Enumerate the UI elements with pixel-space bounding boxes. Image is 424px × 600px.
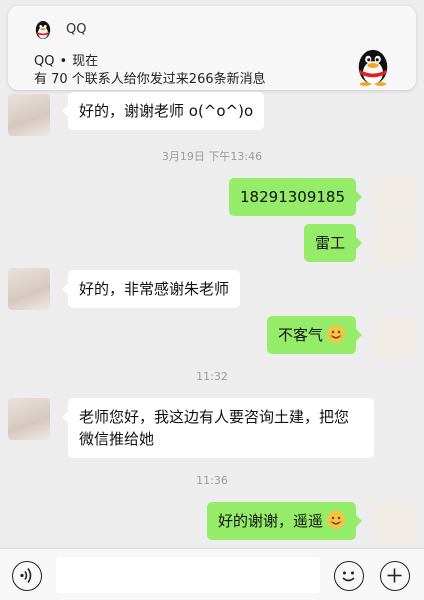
- qq-penguin-icon: [358, 49, 388, 86]
- chat-timestamp: 3月19日 下午13:46: [161, 150, 263, 163]
- chat-timestamp: 11:32: [196, 370, 228, 383]
- notification-header: QQ • 现在: [34, 50, 98, 69]
- notification-time: 现在: [72, 54, 99, 69]
- notification-banner[interactable]: QQ QQ • 现在 有 70 个联系人给你发过来266条新消息: [8, 6, 416, 90]
- notification-app-name: QQ: [66, 22, 87, 37]
- message-text: 雷工: [314, 234, 345, 252]
- outgoing-message[interactable]: 好的谢谢，遥遥: [206, 502, 363, 540]
- message-text: 好的，谢谢老师 o(^o^)o: [79, 102, 254, 120]
- message-text: 老师您好，我这边有人要咨询土建，把您微信推给她: [79, 408, 350, 448]
- plus-icon: [387, 568, 402, 583]
- smile-emoji-icon: [327, 511, 345, 529]
- user-avatar[interactable]: [374, 316, 416, 358]
- incoming-message[interactable]: 好的，谢谢老师 o(^o^)o: [61, 92, 265, 130]
- outgoing-message[interactable]: 不客气: [266, 316, 363, 354]
- separator-dot: •: [59, 54, 68, 69]
- chat-timestamp: 11:36: [196, 474, 228, 487]
- emoji-button[interactable]: [334, 561, 364, 591]
- message-text: 好的，非常感谢朱老师: [79, 280, 230, 298]
- message-text: 不客气: [277, 326, 323, 344]
- outgoing-message[interactable]: 雷工: [303, 224, 363, 262]
- chat-history[interactable]: 好的，谢谢老师 o(^o^)o 3月19日 下午13:46 1829130918…: [0, 90, 424, 548]
- user-avatar[interactable]: [374, 224, 416, 266]
- smile-emoji-icon: [327, 325, 345, 343]
- input-bar: [0, 548, 424, 600]
- user-avatar[interactable]: [374, 502, 416, 544]
- outgoing-message[interactable]: 18291309185: [229, 178, 362, 216]
- incoming-message[interactable]: 老师您好，我这边有人要咨询土建，把您微信推给她: [62, 398, 374, 458]
- notification-sender: QQ: [34, 54, 55, 69]
- incoming-message[interactable]: 好的，非常感谢朱老师: [61, 270, 241, 308]
- contact-avatar[interactable]: [8, 398, 50, 440]
- message-text: 好的谢谢，遥遥: [217, 512, 323, 530]
- notification-message: 有 70 个联系人给你发过来266条新消息: [34, 72, 266, 87]
- contact-avatar[interactable]: [8, 268, 50, 310]
- more-button[interactable]: [380, 561, 410, 591]
- emoji-icon: [342, 571, 355, 582]
- contact-avatar[interactable]: [8, 94, 50, 136]
- voice-icon: [20, 568, 32, 583]
- user-avatar[interactable]: [374, 178, 416, 220]
- qq-penguin-icon: [35, 21, 51, 39]
- voice-button[interactable]: [12, 561, 42, 591]
- message-input[interactable]: [56, 557, 320, 593]
- message-text: 18291309185: [240, 188, 345, 206]
